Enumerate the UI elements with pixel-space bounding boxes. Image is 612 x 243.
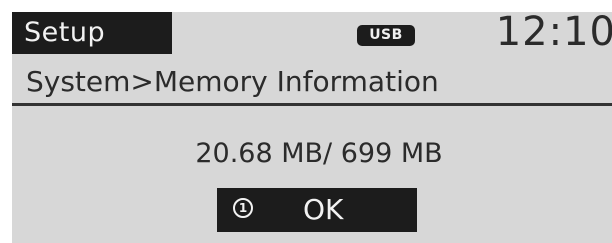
circled-number-1-icon: 1	[233, 198, 253, 218]
breadcrumb: System>Memory Information	[26, 65, 439, 98]
clock: 12:10	[495, 12, 612, 55]
ok-button-label: OK	[303, 193, 344, 226]
header-bar: Setup USB 12:10	[12, 12, 612, 55]
divider	[12, 103, 612, 106]
ok-button[interactable]: 1 OK	[217, 188, 417, 232]
usb-icon: USB	[357, 25, 415, 46]
setup-tab: Setup	[12, 12, 172, 54]
memory-usage-text: 20.68 MB/ 699 MB	[195, 138, 443, 169]
device-screen: Setup USB 12:10 System>Memory Informatio…	[12, 12, 612, 243]
